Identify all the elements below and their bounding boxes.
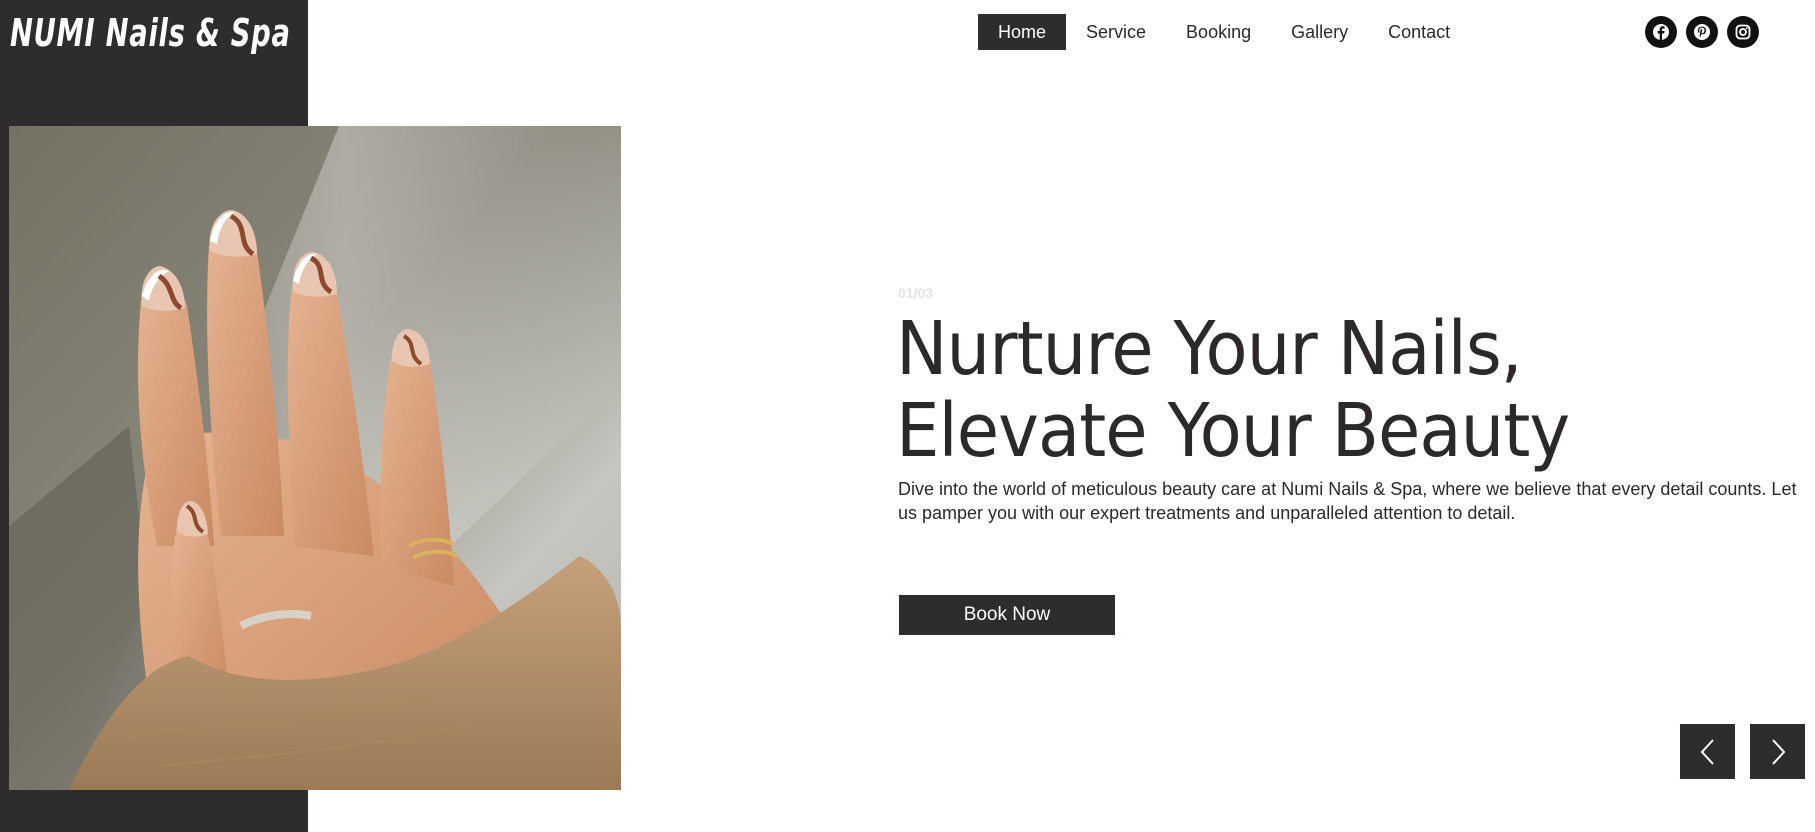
facebook-icon[interactable] — [1645, 16, 1677, 48]
slider-next-button[interactable] — [1750, 724, 1805, 779]
nav-item-booking[interactable]: Booking — [1166, 14, 1271, 50]
hero-image — [9, 126, 621, 790]
nav-item-contact[interactable]: Contact — [1368, 14, 1470, 50]
chevron-left-icon — [1700, 738, 1714, 765]
site-logo[interactable]: NUMI Nails & Spa — [10, 10, 291, 56]
hero-description: Dive into the world of meticulous beauty… — [898, 479, 1797, 523]
page: NUMI Nails & Spa Home Service Booking Ga… — [0, 0, 1815, 832]
hero-headline-line2: Elevate Your Beauty — [896, 388, 1570, 474]
hero-headline: Nurture Your Nails, Elevate Your Beauty — [896, 306, 1570, 474]
instagram-icon[interactable] — [1727, 16, 1759, 48]
nav-item-gallery[interactable]: Gallery — [1271, 14, 1368, 50]
social-links — [1645, 16, 1759, 48]
nav-item-home[interactable]: Home — [978, 14, 1067, 50]
nav-item-service[interactable]: Service — [1066, 14, 1166, 50]
slide-counter: 01/03 — [898, 285, 934, 301]
chevron-right-icon — [1771, 738, 1785, 765]
main-nav: Home Service Booking Gallery Contact — [978, 14, 1470, 50]
hero-headline-line1: Nurture Your Nails, — [896, 306, 1523, 392]
pinterest-icon[interactable] — [1686, 16, 1718, 48]
slider-prev-button[interactable] — [1680, 724, 1735, 779]
book-now-button[interactable]: Book Now — [899, 595, 1115, 635]
